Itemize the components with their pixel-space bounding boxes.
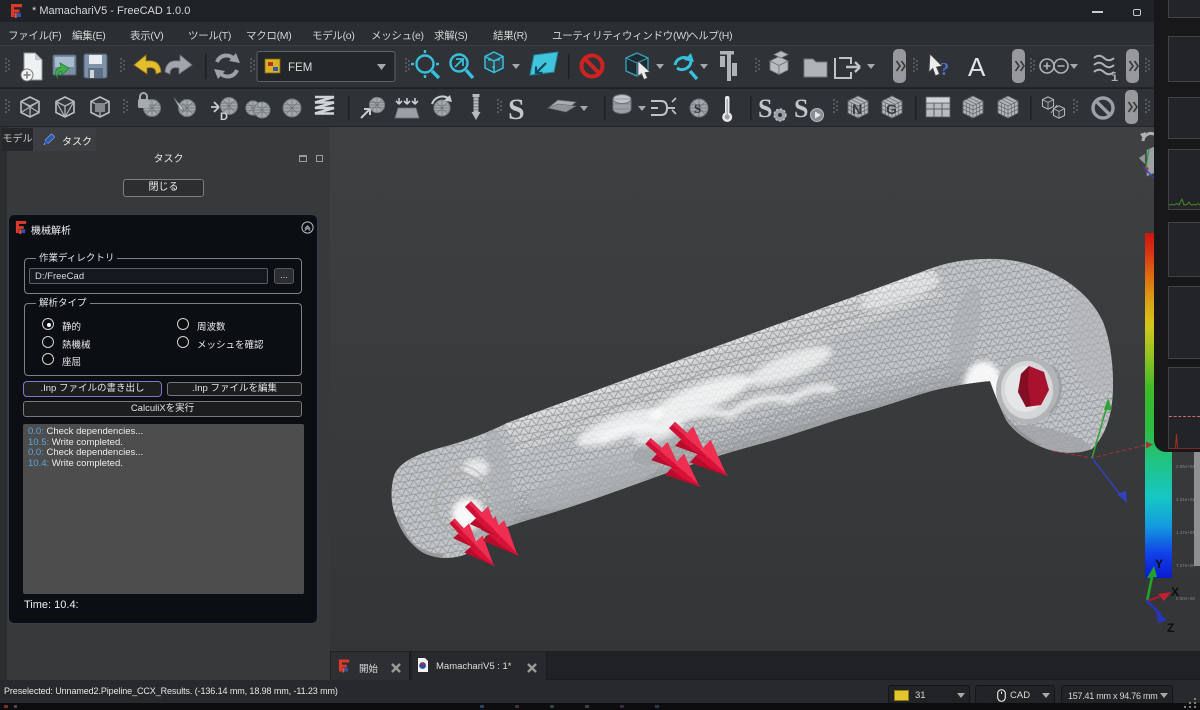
- svg-text:G: G: [886, 101, 897, 117]
- svg-text:Z: Z: [1167, 621, 1174, 635]
- svg-text:S: S: [694, 101, 701, 116]
- svg-text:1.47e+01: 1.47e+01: [1176, 530, 1195, 535]
- svg-text:N: N: [852, 101, 862, 117]
- svg-text:S: S: [794, 94, 808, 123]
- svg-text:7.37e+00: 7.37e+00: [1176, 563, 1195, 568]
- svg-text:FEM: FEM: [288, 62, 312, 74]
- svg-text:Y: Y: [1155, 557, 1163, 571]
- svg-text:S: S: [758, 94, 772, 123]
- svg-text:2.95e+01: 2.95e+01: [1176, 464, 1195, 469]
- svg-text:D: D: [220, 111, 228, 123]
- svg-text:?: ?: [940, 59, 949, 79]
- svg-text:S: S: [508, 93, 525, 126]
- svg-text:2.21e+01: 2.21e+01: [1176, 497, 1195, 502]
- svg-text:A: A: [968, 52, 986, 82]
- svg-text:i: i: [1111, 71, 1118, 85]
- svg-text:X: X: [1171, 585, 1179, 599]
